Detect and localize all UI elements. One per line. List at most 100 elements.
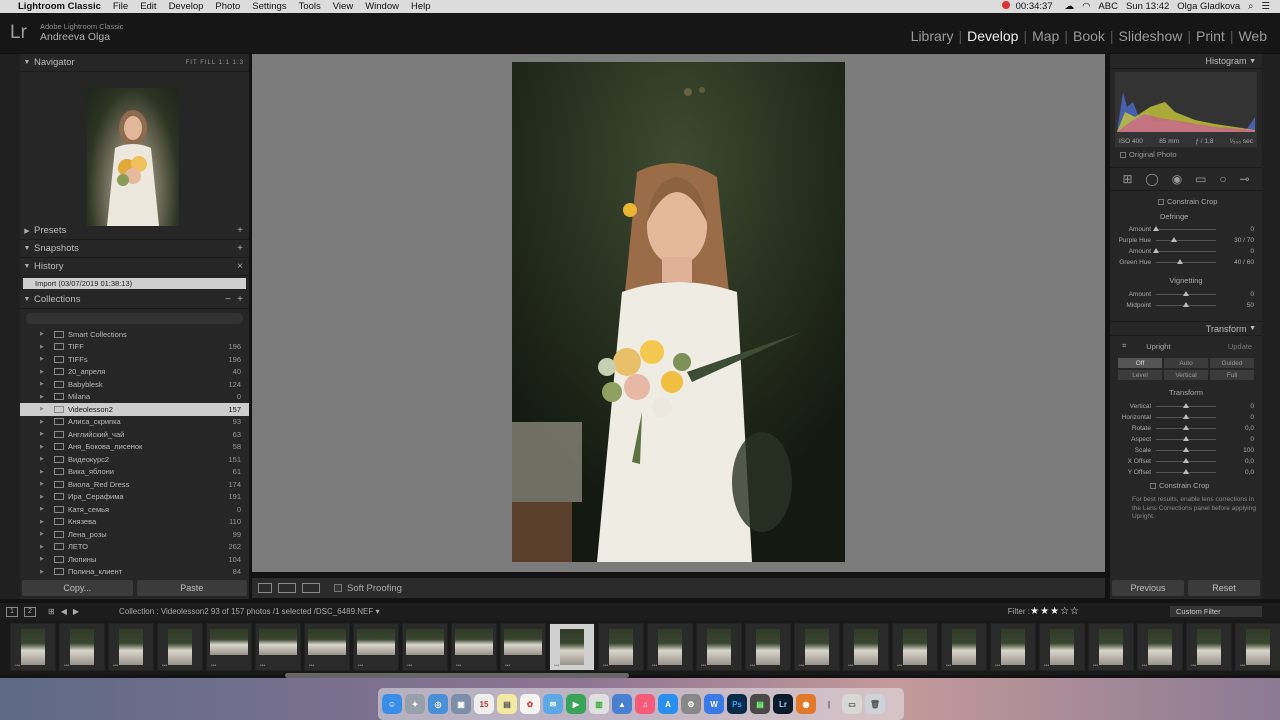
radial-filter-icon[interactable]: ○: [1219, 172, 1226, 186]
downloads-icon[interactable]: ▭: [842, 694, 862, 714]
clear-history-icon[interactable]: ×: [237, 261, 243, 272]
slider-track[interactable]: [1156, 458, 1216, 463]
expand-triangle-icon[interactable]: ▶: [40, 331, 48, 337]
paste-settings-button[interactable]: Paste: [136, 580, 247, 596]
keyboard-layout[interactable]: ABC: [1094, 1, 1122, 12]
notes-icon[interactable]: ▤: [497, 694, 517, 714]
screen-recorder-icon[interactable]: ◉: [796, 694, 816, 714]
main-photo[interactable]: [512, 62, 845, 562]
expand-triangle-icon[interactable]: ▶: [40, 569, 48, 575]
word-icon[interactable]: W: [704, 694, 724, 714]
back-arrow-icon[interactable]: ◀: [61, 607, 67, 616]
finder-icon[interactable]: ☺: [382, 694, 402, 714]
module-develop[interactable]: Develop: [962, 28, 1023, 44]
filmstrip-thumbnail[interactable]: •••: [941, 623, 987, 671]
slider-value[interactable]: 0,0: [1245, 425, 1254, 432]
slider-track[interactable]: [1156, 414, 1216, 419]
add-preset-icon[interactable]: +: [237, 225, 243, 236]
music-icon[interactable]: ♫: [635, 694, 655, 714]
lightroom-dock-icon[interactable]: Lr: [773, 694, 793, 714]
collection-item[interactable]: ▶ Babyblesk 124: [20, 378, 249, 391]
filmstrip-thumbnail[interactable]: •••: [892, 623, 938, 671]
expand-triangle-icon[interactable]: ▶: [40, 344, 48, 350]
histogram-graph[interactable]: ISO 400 85 mm ƒ / 1,8 ¹⁄₅₀₀ sec: [1115, 72, 1257, 147]
menu-settings[interactable]: Settings: [246, 1, 292, 12]
photos-app-icon[interactable]: ▣: [451, 694, 471, 714]
expand-triangle-icon[interactable]: ▶: [40, 469, 48, 475]
expand-triangle-icon[interactable]: ▶: [40, 356, 48, 362]
transform-header[interactable]: Transform ▼: [1110, 321, 1262, 336]
filmstrip-thumbnail[interactable]: •••: [500, 623, 546, 671]
filmstrip-thumbnail[interactable]: •••: [157, 623, 203, 671]
facetime-icon[interactable]: ▶: [566, 694, 586, 714]
update-button[interactable]: Update: [1228, 342, 1252, 351]
slider-value[interactable]: 0: [1250, 403, 1254, 410]
adjustment-brush-icon[interactable]: ⊸: [1239, 172, 1249, 186]
system-preferences-icon[interactable]: ⚙: [681, 694, 701, 714]
spotlight-search-icon[interactable]: ⌕: [1244, 1, 1257, 12]
upright-tool-icon[interactable]: ⌗: [1122, 341, 1126, 351]
filmstrip-thumbnail[interactable]: •••: [1039, 623, 1085, 671]
filmstrip-thumbnail[interactable]: •••: [206, 623, 252, 671]
expand-triangle-icon[interactable]: ▶: [40, 394, 48, 400]
collection-item[interactable]: ▶ Алиса_скрипка 93: [20, 416, 249, 429]
slider-value[interactable]: 50: [1247, 302, 1254, 309]
slider-knob[interactable]: [1153, 226, 1159, 231]
notification-center-icon[interactable]: ☰: [1257, 1, 1274, 12]
add-collection-icon[interactable]: +: [237, 294, 243, 305]
upright-level-button[interactable]: Level: [1118, 370, 1162, 380]
source-path[interactable]: Collection : Videolesson2 93 of 157 phot…: [119, 607, 379, 616]
secondary-window-button[interactable]: 2: [24, 606, 36, 617]
slider-knob[interactable]: [1183, 436, 1189, 441]
filmstrip-thumbnail[interactable]: •••: [1186, 623, 1232, 671]
star-rating-filter[interactable]: ★★★☆☆: [1030, 606, 1080, 617]
module-book[interactable]: Book: [1068, 28, 1110, 44]
left-panel-toggle[interactable]: [0, 54, 20, 599]
filmstrip-thumbnail[interactable]: •••: [745, 623, 791, 671]
slider-track[interactable]: [1156, 302, 1216, 307]
slider-knob[interactable]: [1183, 302, 1189, 307]
collection-item[interactable]: ▶ Катя_семья 0: [20, 503, 249, 516]
menu-develop[interactable]: Develop: [163, 1, 210, 12]
filmstrip-thumbnail[interactable]: •••: [598, 623, 644, 671]
expand-triangle-icon[interactable]: ▶: [40, 381, 48, 387]
expand-triangle-icon[interactable]: ▶: [40, 406, 48, 412]
photoshop-icon[interactable]: Ps: [727, 694, 747, 714]
filmstrip-thumbnail[interactable]: •••: [59, 623, 105, 671]
slider-knob[interactable]: [1183, 469, 1189, 474]
collection-item[interactable]: ▶ Князева 110: [20, 516, 249, 529]
menu-edit[interactable]: Edit: [134, 1, 162, 12]
filmstrip-thumbnail[interactable]: •••: [451, 623, 497, 671]
before-after-icon[interactable]: [278, 583, 296, 593]
slider-knob[interactable]: [1171, 237, 1177, 242]
collection-item[interactable]: ▶ Smart Collections: [20, 328, 249, 341]
slider-track[interactable]: [1156, 291, 1216, 296]
soft-proofing-checkbox[interactable]: [334, 584, 342, 592]
constrain-crop-bottom[interactable]: Constrain Crop: [1110, 481, 1262, 490]
collection-item[interactable]: ▶ TIFF 196: [20, 341, 249, 354]
filmstrip-thumbnail[interactable]: •••: [696, 623, 742, 671]
zoom-options[interactable]: FIT FILL 1:1 1:3: [186, 60, 244, 66]
filmstrip-thumbnail[interactable]: •••: [108, 623, 154, 671]
filmstrip-thumbnail[interactable]: •••: [549, 623, 595, 671]
filmstrip-thumbnail[interactable]: •••: [402, 623, 448, 671]
menu-file[interactable]: File: [107, 1, 134, 12]
photos-icon[interactable]: ✿: [520, 694, 540, 714]
upright-auto-button[interactable]: Auto: [1164, 358, 1208, 368]
messages-icon[interactable]: ✉: [543, 694, 563, 714]
before-after-options-icon[interactable]: [302, 583, 320, 593]
numbers-icon[interactable]: ▥: [589, 694, 609, 714]
custom-filter-dropdown[interactable]: Custom Filter: [1170, 606, 1262, 617]
slider-knob[interactable]: [1183, 425, 1189, 430]
graduated-filter-icon[interactable]: ▭: [1195, 172, 1206, 186]
expand-triangle-icon[interactable]: ▶: [40, 431, 48, 437]
slider-knob[interactable]: [1183, 291, 1189, 296]
menu-window[interactable]: Window: [359, 1, 405, 12]
history-item[interactable]: Import (03/07/2019 01:38:13): [23, 278, 246, 289]
collection-item[interactable]: ▶ Вика_яблони 61: [20, 466, 249, 479]
collection-item[interactable]: ▶ Английский_чай 63: [20, 428, 249, 441]
filmstrip-thumbnail[interactable]: •••: [255, 623, 301, 671]
right-panel-toggle[interactable]: [1262, 54, 1280, 599]
slider-knob[interactable]: [1153, 248, 1159, 253]
red-eye-icon[interactable]: ◉: [1172, 172, 1182, 186]
